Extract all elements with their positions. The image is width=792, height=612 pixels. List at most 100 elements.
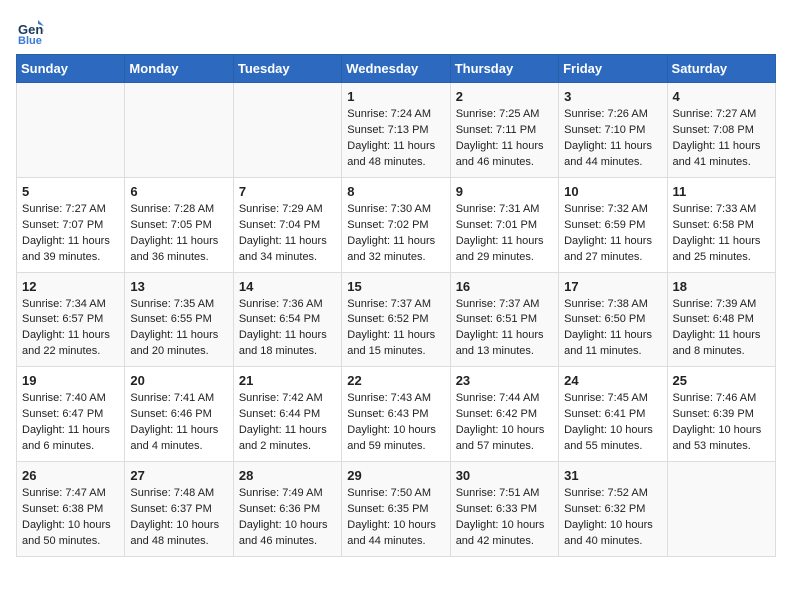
header-cell-sunday: Sunday (17, 55, 125, 83)
header-cell-wednesday: Wednesday (342, 55, 450, 83)
day-info: Sunrise: 7:42 AM Sunset: 6:44 PM Dayligh… (239, 391, 336, 455)
day-number: 8 (347, 184, 444, 199)
day-info: Sunrise: 7:39 AM Sunset: 6:48 PM Dayligh… (673, 297, 770, 361)
day-info: Sunrise: 7:52 AM Sunset: 6:32 PM Dayligh… (564, 486, 661, 550)
day-info: Sunrise: 7:46 AM Sunset: 6:39 PM Dayligh… (673, 391, 770, 455)
day-info: Sunrise: 7:33 AM Sunset: 6:58 PM Dayligh… (673, 202, 770, 266)
day-number: 3 (564, 89, 661, 104)
day-number: 30 (456, 468, 553, 483)
calendar-cell: 30Sunrise: 7:51 AM Sunset: 6:33 PM Dayli… (450, 462, 558, 557)
day-info: Sunrise: 7:35 AM Sunset: 6:55 PM Dayligh… (130, 297, 227, 361)
day-number: 18 (673, 279, 770, 294)
day-info: Sunrise: 7:45 AM Sunset: 6:41 PM Dayligh… (564, 391, 661, 455)
calendar-row: 19Sunrise: 7:40 AM Sunset: 6:47 PM Dayli… (17, 367, 776, 462)
day-info: Sunrise: 7:30 AM Sunset: 7:02 PM Dayligh… (347, 202, 444, 266)
day-number: 4 (673, 89, 770, 104)
day-info: Sunrise: 7:38 AM Sunset: 6:50 PM Dayligh… (564, 297, 661, 361)
calendar-row: 26Sunrise: 7:47 AM Sunset: 6:38 PM Dayli… (17, 462, 776, 557)
logo: General Blue (16, 16, 48, 44)
calendar-cell: 24 Sunrise: 7:45 AM Sunset: 6:41 PM Dayli… (559, 367, 667, 462)
day-info: Sunrise: 7:29 AM Sunset: 7:04 PM Dayligh… (239, 202, 336, 266)
day-info: Sunrise: 7:32 AM Sunset: 6:59 PM Dayligh… (564, 202, 661, 266)
day-number: 12 (22, 279, 119, 294)
calendar-cell: 26Sunrise: 7:47 AM Sunset: 6:38 PM Dayli… (17, 462, 125, 557)
calendar-cell (667, 462, 775, 557)
day-info: Sunrise: 7:48 AM Sunset: 6:37 PM Dayligh… (130, 486, 227, 550)
day-number: 14 (239, 279, 336, 294)
calendar-cell: 17 Sunrise: 7:38 AM Sunset: 6:50 PM Dayli… (559, 272, 667, 367)
calendar-cell: 23 Sunrise: 7:44 AM Sunset: 6:42 PM Dayli… (450, 367, 558, 462)
calendar-cell: 18 Sunrise: 7:39 AM Sunset: 6:48 PM Dayli… (667, 272, 775, 367)
header-cell-monday: Monday (125, 55, 233, 83)
calendar-cell: 31 Sunrise: 7:52 AM Sunset: 6:32 PM Dayli… (559, 462, 667, 557)
calendar-cell: 6Sunrise: 7:28 AM Sunset: 7:05 PM Daylig… (125, 177, 233, 272)
day-info: Sunrise: 7:47 AM Sunset: 6:38 PM Dayligh… (22, 486, 119, 550)
day-info: Sunrise: 7:27 AM Sunset: 7:08 PM Dayligh… (673, 107, 770, 171)
day-number: 21 (239, 373, 336, 388)
calendar-cell: 22Sunrise: 7:43 AM Sunset: 6:43 PM Dayli… (342, 367, 450, 462)
day-number: 20 (130, 373, 227, 388)
calendar-cell: 2 Sunrise: 7:25 AM Sunset: 7:11 PM Daylig… (450, 83, 558, 178)
calendar-cell (17, 83, 125, 178)
day-number: 2 (456, 89, 553, 104)
day-number: 11 (673, 184, 770, 199)
day-info: Sunrise: 7:24 AM Sunset: 7:13 PM Dayligh… (347, 107, 444, 171)
day-number: 9 (456, 184, 553, 199)
day-number: 28 (239, 468, 336, 483)
calendar-cell: 4 Sunrise: 7:27 AM Sunset: 7:08 PM Daylig… (667, 83, 775, 178)
day-number: 24 (564, 373, 661, 388)
day-info: Sunrise: 7:44 AM Sunset: 6:42 PM Dayligh… (456, 391, 553, 455)
logo-icon: General Blue (16, 16, 44, 44)
calendar-header: SundayMondayTuesdayWednesdayThursdayFrid… (17, 55, 776, 83)
calendar-cell: 11 Sunrise: 7:33 AM Sunset: 6:58 PM Dayli… (667, 177, 775, 272)
calendar-cell: 10 Sunrise: 7:32 AM Sunset: 6:59 PM Dayli… (559, 177, 667, 272)
day-number: 5 (22, 184, 119, 199)
calendar-cell: 29 Sunrise: 7:50 AM Sunset: 6:35 PM Dayli… (342, 462, 450, 557)
day-number: 1 (347, 89, 444, 104)
calendar-cell (125, 83, 233, 178)
day-info: Sunrise: 7:28 AM Sunset: 7:05 PM Dayligh… (130, 202, 227, 266)
calendar-cell: 5Sunrise: 7:27 AM Sunset: 7:07 PM Daylig… (17, 177, 125, 272)
svg-text:Blue: Blue (18, 35, 42, 44)
calendar-row: 12 Sunrise: 7:34 AM Sunset: 6:57 PM Dayli… (17, 272, 776, 367)
calendar-cell: 8 Sunrise: 7:30 AM Sunset: 7:02 PM Daylig… (342, 177, 450, 272)
day-info: Sunrise: 7:41 AM Sunset: 6:46 PM Dayligh… (130, 391, 227, 455)
day-info: Sunrise: 7:31 AM Sunset: 7:01 PM Dayligh… (456, 202, 553, 266)
day-info: Sunrise: 7:37 AM Sunset: 6:52 PM Dayligh… (347, 297, 444, 361)
calendar-cell: 21 Sunrise: 7:42 AM Sunset: 6:44 PM Dayli… (233, 367, 341, 462)
calendar-cell: 28 Sunrise: 7:49 AM Sunset: 6:36 PM Dayli… (233, 462, 341, 557)
day-info: Sunrise: 7:43 AM Sunset: 6:43 PM Dayligh… (347, 391, 444, 455)
calendar-cell: 19Sunrise: 7:40 AM Sunset: 6:47 PM Dayli… (17, 367, 125, 462)
calendar-cell: 20 Sunrise: 7:41 AM Sunset: 6:46 PM Dayli… (125, 367, 233, 462)
calendar-cell: 13 Sunrise: 7:35 AM Sunset: 6:55 PM Dayli… (125, 272, 233, 367)
calendar-row: 1 Sunrise: 7:24 AM Sunset: 7:13 PM Daylig… (17, 83, 776, 178)
calendar-table: SundayMondayTuesdayWednesdayThursdayFrid… (16, 54, 776, 557)
calendar-cell: 12 Sunrise: 7:34 AM Sunset: 6:57 PM Dayli… (17, 272, 125, 367)
day-info: Sunrise: 7:49 AM Sunset: 6:36 PM Dayligh… (239, 486, 336, 550)
day-number: 19 (22, 373, 119, 388)
day-number: 10 (564, 184, 661, 199)
day-number: 29 (347, 468, 444, 483)
calendar-cell: 15Sunrise: 7:37 AM Sunset: 6:52 PM Dayli… (342, 272, 450, 367)
day-number: 17 (564, 279, 661, 294)
day-number: 31 (564, 468, 661, 483)
day-info: Sunrise: 7:50 AM Sunset: 6:35 PM Dayligh… (347, 486, 444, 550)
day-info: Sunrise: 7:34 AM Sunset: 6:57 PM Dayligh… (22, 297, 119, 361)
day-number: 16 (456, 279, 553, 294)
day-number: 7 (239, 184, 336, 199)
day-number: 23 (456, 373, 553, 388)
header-cell-friday: Friday (559, 55, 667, 83)
calendar-cell: 14 Sunrise: 7:36 AM Sunset: 6:54 PM Dayli… (233, 272, 341, 367)
day-number: 25 (673, 373, 770, 388)
calendar-cell (233, 83, 341, 178)
day-info: Sunrise: 7:37 AM Sunset: 6:51 PM Dayligh… (456, 297, 553, 361)
header-row: SundayMondayTuesdayWednesdayThursdayFrid… (17, 55, 776, 83)
day-info: Sunrise: 7:25 AM Sunset: 7:11 PM Dayligh… (456, 107, 553, 171)
calendar-row: 5Sunrise: 7:27 AM Sunset: 7:07 PM Daylig… (17, 177, 776, 272)
calendar-cell: 25 Sunrise: 7:46 AM Sunset: 6:39 PM Dayli… (667, 367, 775, 462)
header: General Blue (16, 16, 776, 44)
calendar-cell: 7 Sunrise: 7:29 AM Sunset: 7:04 PM Daylig… (233, 177, 341, 272)
day-number: 27 (130, 468, 227, 483)
day-number: 13 (130, 279, 227, 294)
day-info: Sunrise: 7:36 AM Sunset: 6:54 PM Dayligh… (239, 297, 336, 361)
